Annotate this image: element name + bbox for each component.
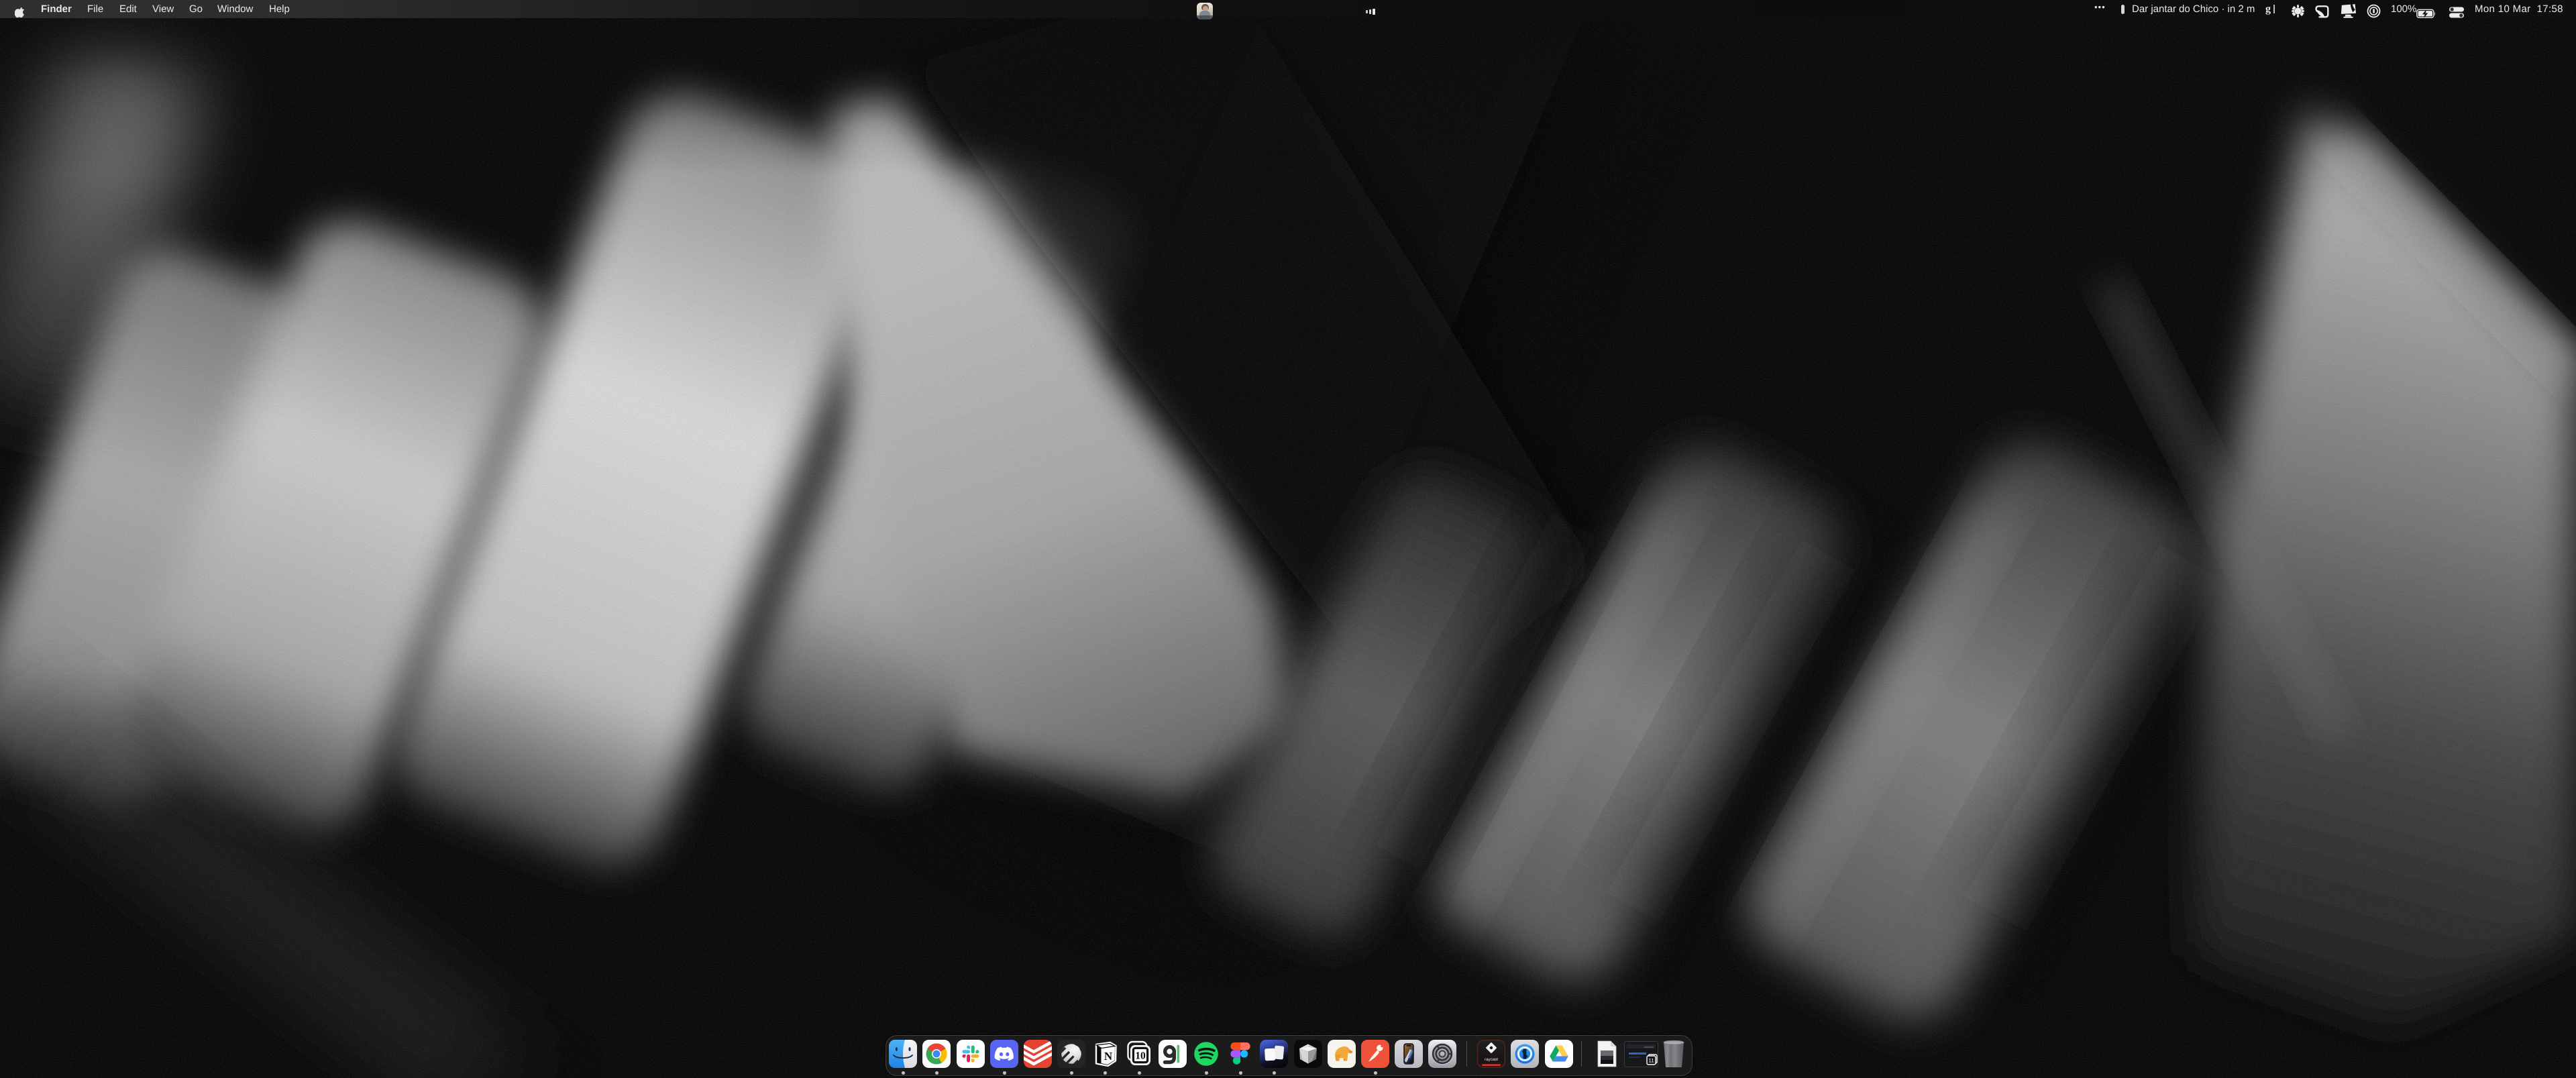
svg-text:raycast: raycast (1485, 1057, 1498, 1062)
svg-text:10: 10 (1135, 1050, 1146, 1062)
svg-text:11: 11 (1648, 1058, 1654, 1064)
svg-text:N: N (1104, 1050, 1113, 1063)
